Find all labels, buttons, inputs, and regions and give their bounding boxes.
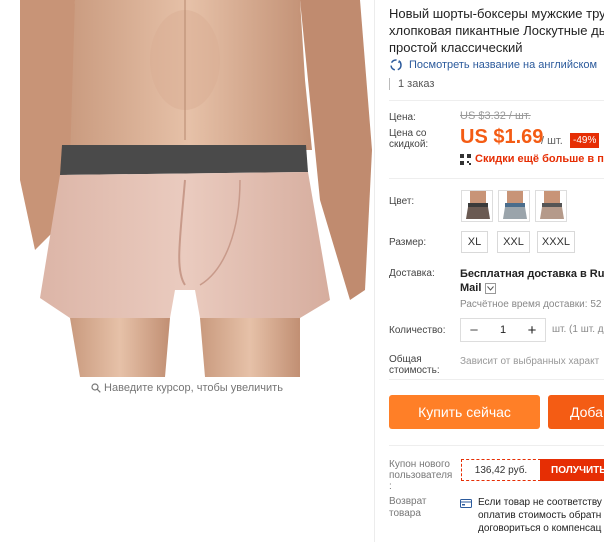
quantity-stepper: − 1 + [460, 318, 546, 342]
delivery-time: Расчётное время доставки: 52 [460, 299, 602, 310]
current-price: US $1.69 [460, 126, 544, 148]
title-line: простой классический [389, 40, 523, 55]
shipping-carrier-name[interactable]: Mail [460, 282, 481, 294]
returns-label: Возврат товара [389, 496, 427, 520]
size-label: Размер: [389, 237, 427, 248]
translate-link-text[interactable]: Посмотреть название на английском [409, 59, 597, 71]
zoom-hint: Наведите курсор, чтобы увеличить [0, 382, 374, 396]
quantity-value[interactable]: 1 [500, 324, 506, 336]
discount-price-label: Цена со скидкой: [389, 128, 428, 150]
vertical-divider [374, 0, 375, 542]
shipping-label: Доставка: [389, 268, 435, 279]
divider [389, 445, 604, 446]
price-label: Цена: [389, 112, 416, 123]
translate-link[interactable]: Посмотреть название на английском [389, 58, 597, 72]
app-promo[interactable]: Скидки ещё больше в прил [460, 153, 604, 165]
qr-code-icon [460, 153, 471, 165]
color-swatch[interactable] [535, 190, 567, 222]
returns-text-line: оплатив стоимость обратн [478, 510, 602, 521]
size-option-xl[interactable]: XL [461, 231, 488, 253]
shipping-carrier[interactable]: Mail [460, 282, 497, 294]
coupon-label-line: Купон нового [389, 459, 450, 470]
return-policy-icon [460, 496, 472, 514]
returns-label-line: Возврат [389, 496, 427, 507]
coupon-label-line: пользователя [389, 470, 453, 481]
product-title: Новый шорты-боксеры мужские тру хлопкова… [389, 5, 604, 56]
shipping-title: Бесплатная доставка в Russ [460, 268, 604, 280]
size-option-xxl[interactable]: XXL [497, 231, 530, 253]
zoom-hint-text: Наведите курсор, чтобы увеличить [104, 382, 283, 394]
discount-price-label-line: Цена со [389, 128, 427, 139]
returns-text-line: договориться о компенсац [478, 523, 602, 534]
color-swatch[interactable] [498, 190, 530, 222]
discount-badge: -49% [570, 133, 600, 148]
divider [389, 100, 604, 101]
total-label: Общая стоимость: [389, 354, 440, 376]
add-to-cart-button[interactable]: Доба [548, 395, 604, 429]
title-line: хлопковая пикантные Лоскутные дь [389, 23, 604, 38]
quantity-note: шт. (1 шт. д [552, 324, 604, 335]
title-line: Новый шорты-боксеры мужские тру [389, 6, 604, 21]
product-photo [20, 0, 372, 377]
orders-count: 1 заказ [389, 78, 434, 90]
coupon-label: Купон нового пользователя : [389, 459, 452, 492]
divider [389, 379, 604, 380]
buy-now-button[interactable]: Купить сейчас [389, 395, 540, 429]
quantity-label: Количество: [389, 325, 446, 336]
color-label: Цвет: [389, 196, 415, 207]
color-swatch[interactable] [461, 190, 493, 222]
divider [389, 178, 604, 179]
get-coupon-button[interactable]: ПОЛУЧИТЬ [540, 459, 604, 481]
chevron-down-icon[interactable] [485, 282, 497, 294]
increment-button[interactable]: + [525, 322, 539, 339]
decrement-button[interactable]: − [467, 322, 481, 339]
total-label-line: Общая [389, 354, 422, 365]
total-value: Зависит от выбранных характ [460, 356, 600, 367]
orders-text: 1 заказ [398, 78, 435, 90]
translate-icon [389, 58, 403, 72]
coupon-label-line: : [389, 481, 392, 492]
returns-text: Если товар не соответству оплатив стоимо… [478, 496, 602, 535]
search-icon [91, 383, 101, 396]
discount-price-label-line: скидкой: [389, 139, 429, 150]
product-main-image[interactable] [0, 0, 374, 377]
separator [389, 78, 390, 90]
app-promo-text[interactable]: Скидки ещё больше в прил [475, 153, 604, 165]
old-price: US $3.32 / шт. [460, 110, 531, 122]
coupon-amount: 136,42 руб. [461, 459, 541, 481]
size-option-xxxl[interactable]: XXXL [537, 231, 575, 253]
price-unit: / шт. [541, 135, 563, 147]
returns-label-line: товара [389, 508, 421, 519]
returns-text-line: Если товар не соответству [478, 497, 602, 508]
total-label-line: стоимость: [389, 365, 440, 376]
